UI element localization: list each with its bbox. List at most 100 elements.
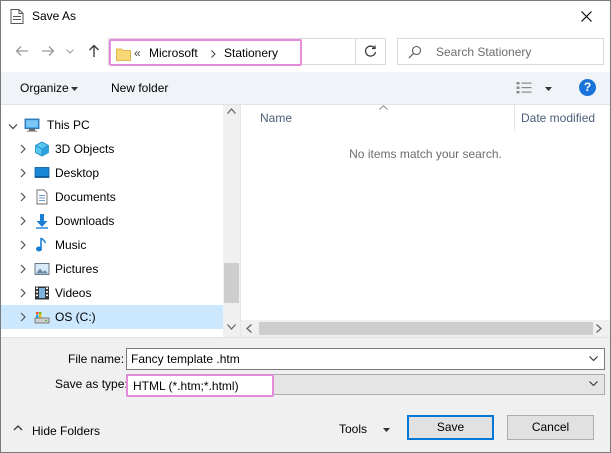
chevron-right-icon[interactable] [18,215,28,227]
save-as-type-label: Save as type: [55,377,128,391]
computer-icon [24,118,40,132]
pictures-icon [34,263,50,275]
close-button[interactable] [566,1,606,32]
scroll-thumb[interactable] [259,322,593,335]
column-separator[interactable] [514,105,515,131]
chevron-down-icon[interactable] [589,356,598,361]
hide-folders-button[interactable]: Hide Folders [32,424,100,438]
tree-item-documents[interactable]: Documents [1,185,223,209]
organize-button[interactable]: Organize [20,81,69,95]
save-as-type-select[interactable]: HTML (*.htm;*.html) [126,374,605,397]
chevron-down-icon[interactable] [71,87,78,91]
save-as-type-value: HTML (*.htm;*.html) [133,379,239,393]
breadcrumb-overflow[interactable]: « [134,46,141,60]
tree-item-label: Pictures [55,262,99,276]
chevron-down-icon[interactable] [383,428,390,432]
scroll-left-icon[interactable] [246,324,252,333]
chevron-right-icon[interactable] [18,167,28,179]
navigation-pane: This PC 3D Objects Desktop Documents Dow… [1,105,240,337]
chevron-right-icon[interactable] [18,143,28,155]
tree-item-pictures[interactable]: Pictures [1,257,223,281]
help-icon[interactable]: ? [579,79,596,96]
tree-item-this-pc[interactable]: This PC [1,113,223,137]
tree-item-label: Documents [55,190,116,204]
drive-icon [34,312,50,324]
refresh-button[interactable] [355,38,385,65]
tools-button[interactable]: Tools [339,422,367,436]
column-header-name[interactable]: Name [260,111,292,125]
tree-item-label: 3D Objects [55,142,115,156]
tree-item-os-c[interactable]: OS (C:) [1,305,223,329]
file-name-field[interactable] [126,348,605,370]
tree-item-label: This PC [47,118,90,132]
folder-icon [116,48,131,61]
tree-item-downloads[interactable]: Downloads [1,209,223,233]
save-form: File name: Save as type: HTML (*.htm;*.h… [1,337,610,452]
chevron-right-icon[interactable] [18,263,28,275]
forward-button[interactable] [38,41,58,61]
address-bar[interactable]: « Microsoft Stationery [108,38,443,66]
tree-item-videos[interactable]: Videos [1,281,223,305]
column-header-date-modified[interactable]: Date modified [521,111,595,125]
new-folder-button[interactable]: New folder [111,81,168,95]
tree-item-label: Music [55,238,87,252]
search-box[interactable] [397,38,604,65]
arrow-left-icon [15,46,28,56]
documents-icon [36,189,48,205]
desktop-icon [34,167,50,178]
document-app-icon [10,9,24,24]
chevron-right-icon[interactable] [18,311,28,323]
refresh-icon [364,45,377,57]
chevron-up-icon[interactable] [13,424,23,431]
search-input[interactable] [436,43,596,61]
cancel-button[interactable]: Cancel [507,415,594,440]
empty-message: No items match your search. [349,147,502,161]
nav-pane-scrollbar[interactable] [223,105,240,337]
view-options-icon[interactable] [516,81,532,95]
downloads-icon [36,214,48,229]
chevron-right-icon[interactable] [18,191,28,203]
file-list: Name Date modified No items match your s… [241,105,610,337]
chevron-right-icon[interactable] [18,287,28,299]
tree-item-music[interactable]: Music [1,233,223,257]
up-button[interactable] [84,41,104,61]
tree-item-label: Desktop [55,166,100,180]
close-icon [580,11,592,22]
save-as-dialog: Save As « Microsoft Stationery Search St… [0,0,611,453]
file-list-scrollbar[interactable] [241,320,610,337]
recent-locations-button[interactable] [63,41,77,61]
arrow-up-icon [89,44,99,57]
save-as-type-highlight: HTML (*.htm;*.html) [126,374,274,397]
file-name-input[interactable] [131,351,571,367]
chevron-down-icon [66,48,74,54]
arrow-right-icon [42,46,55,56]
tree-item-label: OS (C:) [55,310,96,324]
file-name-label: File name: [68,352,125,366]
scroll-thumb[interactable] [224,263,239,303]
address-highlight: « Microsoft Stationery [109,39,302,66]
tree-item-desktop[interactable]: Desktop [1,161,223,185]
breadcrumb-microsoft[interactable]: Microsoft [149,46,198,60]
chevron-down-icon[interactable] [545,87,552,91]
videos-icon [35,286,49,300]
chevron-right-icon[interactable] [18,239,28,251]
tree-item-3d-objects[interactable]: 3D Objects [1,137,223,161]
back-button[interactable] [12,41,32,61]
window-title: Save As [32,9,77,23]
chevron-down-icon[interactable] [8,121,18,133]
tree-item-label: Downloads [55,214,115,228]
save-button[interactable]: Save [407,415,494,440]
scroll-down-icon[interactable] [227,324,236,330]
breadcrumb-stationery[interactable]: Stationery [224,46,278,60]
chevron-down-icon[interactable] [589,381,598,386]
command-toolbar: Organize New folder ? [1,72,610,105]
sort-ascending-icon [379,105,388,110]
scroll-up-icon[interactable] [227,108,236,114]
title-bar: Save As [1,1,610,32]
scroll-right-icon[interactable] [596,324,602,333]
search-icon [408,45,422,59]
3d-objects-icon [35,141,49,157]
music-icon [36,237,47,252]
column-header-row: Name Date modified [241,105,610,131]
chevron-right-icon[interactable] [211,50,216,58]
